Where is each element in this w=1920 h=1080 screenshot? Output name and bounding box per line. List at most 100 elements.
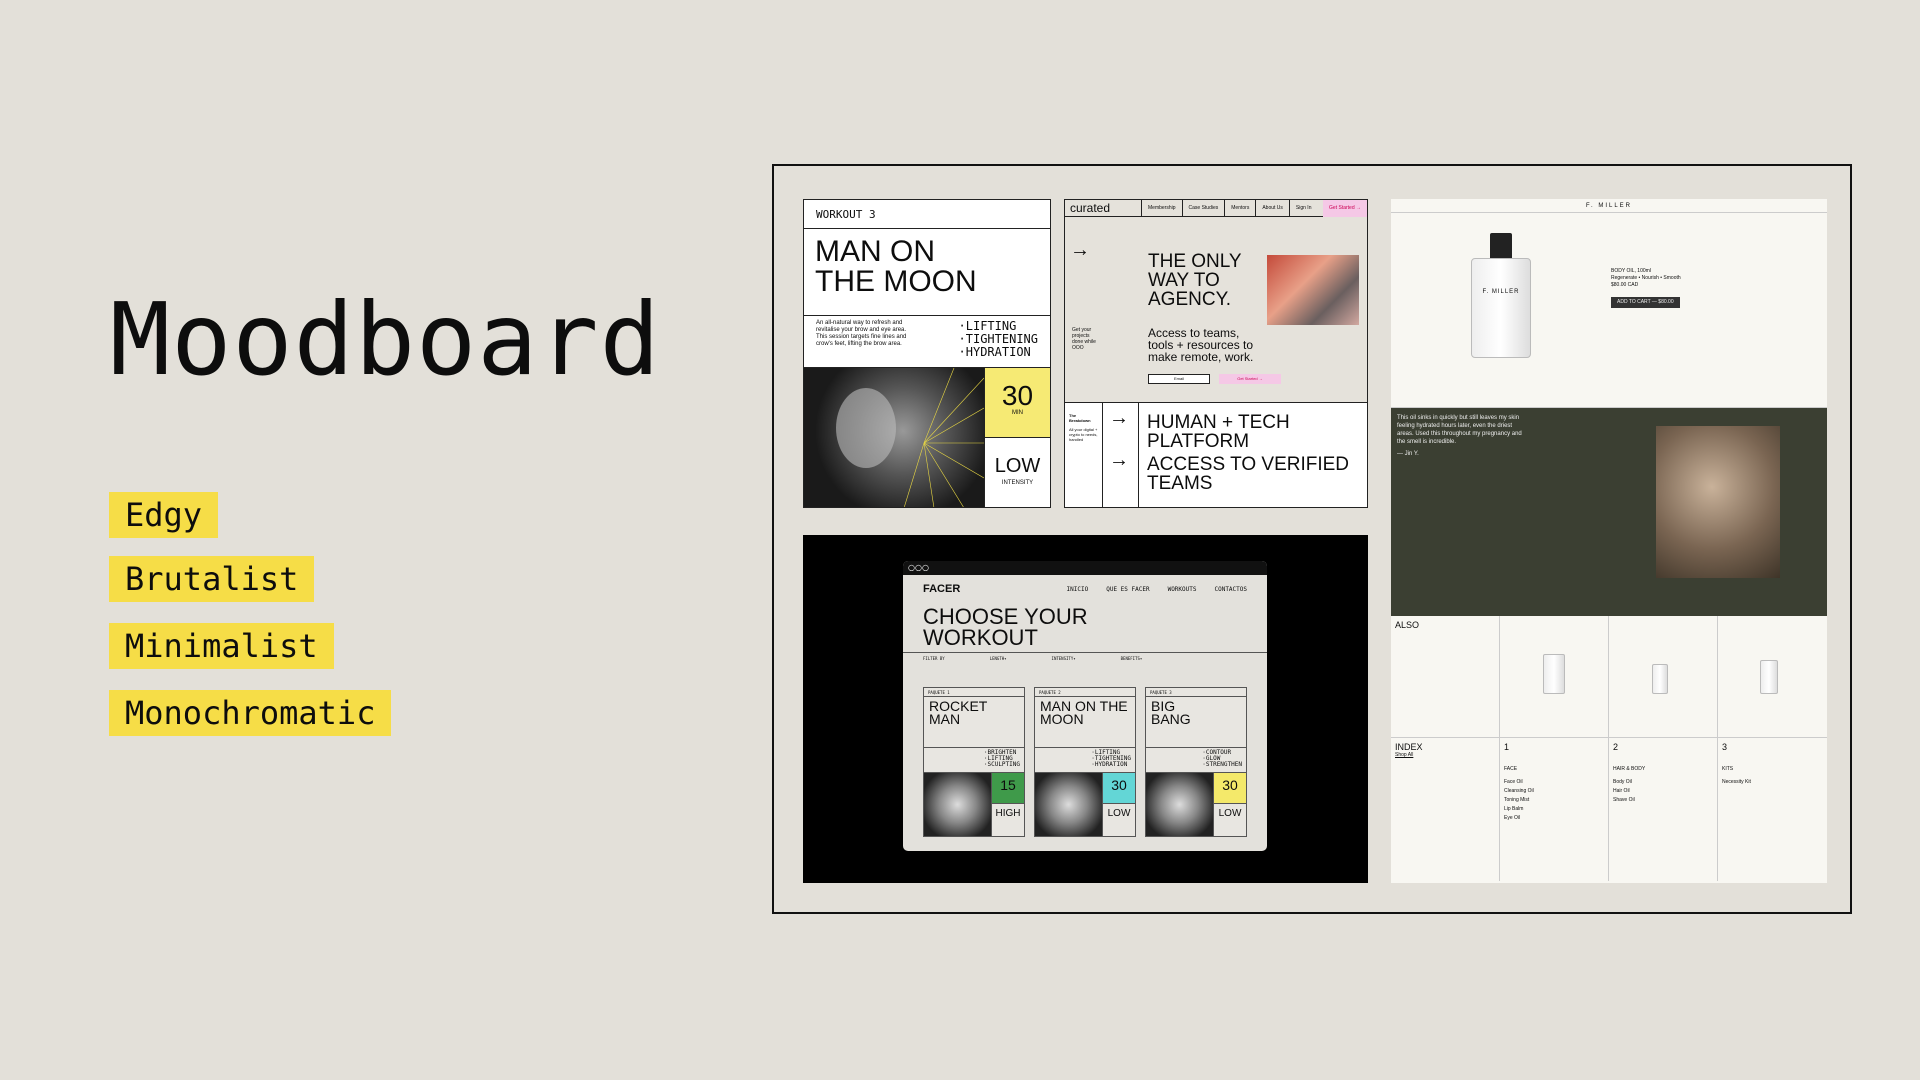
nav-inicio[interactable]: INICIO <box>1067 586 1089 593</box>
index-num: 3 <box>1722 742 1728 752</box>
index-title: HAIR & BODY <box>1613 766 1646 772</box>
index-item[interactable]: Hair Oil <box>1613 787 1713 796</box>
feature-line: TEAMS <box>1147 473 1213 494</box>
package-card[interactable]: PAQUETE 2 MAN ON THE MOON ·LIFTING ·TIGH… <box>1034 687 1136 837</box>
agency-hero: → THE ONLY WAY TO AGENCY. Get your proje… <box>1065 217 1367 403</box>
index-items: Necessity Kit <box>1722 778 1823 787</box>
headline-line: WORKOUT <box>923 625 1038 650</box>
email-input[interactable]: Email <box>1148 374 1210 384</box>
filter-intensity[interactable]: INTENSITY▾ <box>1052 656 1076 662</box>
index-column: 3 KITS Necessity Kit <box>1718 738 1827 881</box>
feature-line: HUMAN + TECH <box>1147 412 1290 433</box>
facer-nav: FACER INICIO QUE ES FACER WORKOUTS CONTA… <box>903 575 1267 603</box>
tag-edgy: Edgy <box>109 492 219 538</box>
agency-logo[interactable]: curated <box>1065 201 1141 215</box>
testimonial-text: This oil sinks in quickly but still leav… <box>1397 415 1522 445</box>
intensity-value: LOW <box>994 455 1041 477</box>
arrow-right-icon: → <box>1070 239 1090 261</box>
filter-benefits[interactable]: BENEFITS▾ <box>1121 656 1143 662</box>
duration-box: 30 MIN <box>985 368 1050 438</box>
benefit-item: ·STRENGTHEN <box>1202 761 1242 768</box>
related-product[interactable] <box>1500 616 1609 737</box>
bottle-label: F. MILLER <box>1482 289 1520 295</box>
package-title-line: BANG <box>1151 711 1191 727</box>
product-bottle: F. MILLER <box>1471 258 1531 358</box>
agency-photo <box>1267 255 1359 325</box>
miller-brand[interactable]: F. MILLER <box>1586 203 1632 209</box>
package-card[interactable]: PAQUETE 1 ROCKET MAN ·BRIGHTEN ·LIFTING … <box>923 687 1025 837</box>
nav-about[interactable]: About Us <box>1255 200 1289 217</box>
headline-line: WAY TO <box>1148 270 1220 291</box>
package-card[interactable]: PAQUETE 3 BIG BANG ·CONTOUR ·GLOW ·STREN… <box>1145 687 1247 837</box>
package-benefits: ·CONTOUR ·GLOW ·STRENGTHEN <box>1202 750 1242 770</box>
package-title-line: MOON <box>1040 711 1084 727</box>
package-title: BIG BANG <box>1146 697 1246 748</box>
nav-case-studies[interactable]: Case Studies <box>1181 200 1225 217</box>
agency-nav: curated Membership Case Studies Mentors … <box>1065 200 1367 217</box>
package-info: ·CONTOUR ·GLOW ·STRENGTHEN <box>1146 748 1246 773</box>
package-label: PAQUETE 3 <box>1146 688 1246 697</box>
package-title: MAN ON THE MOON <box>1035 697 1135 748</box>
tag-brutalist: Brutalist <box>109 556 315 602</box>
window-titlebar: ○○○ <box>903 561 1267 575</box>
facer-card: ○○○ FACER INICIO QUE ES FACER WORKOUTS C… <box>803 535 1368 883</box>
facer-logo[interactable]: FACER <box>923 583 960 595</box>
product-name: BODY OIL, 100ml <box>1611 268 1651 274</box>
add-to-cart-button[interactable]: ADD TO CART — $80.00 <box>1611 297 1680 308</box>
index-item[interactable]: Shave Oil <box>1613 796 1713 805</box>
index-item[interactable]: Face Oil <box>1504 778 1604 787</box>
index-item[interactable]: Lip Balm <box>1504 805 1604 814</box>
index-num: 1 <box>1504 742 1510 752</box>
agency-side-text: Get your projects done while OOO <box>1072 327 1096 351</box>
package-photo <box>924 773 991 836</box>
index-column: 1 FACE Face Oil Cleansing Oil Toning Mis… <box>1500 738 1609 881</box>
index-items: Body Oil Hair Oil Shave Oil <box>1613 778 1713 805</box>
index-item[interactable]: Body Oil <box>1613 778 1713 787</box>
index-item[interactable]: Cleansing Oil <box>1504 787 1604 796</box>
agency-card: curated Membership Case Studies Mentors … <box>1064 199 1368 508</box>
also-section: ALSO <box>1391 616 1827 738</box>
workout-bottom: 30 MIN LOW INTENSITY <box>804 368 1050 507</box>
shop-all-link[interactable]: Shop All <box>1395 752 1495 758</box>
nav-contactos[interactable]: CONTACTOS <box>1214 586 1247 593</box>
bottle-cap <box>1490 233 1512 261</box>
testimonial-section: This oil sinks in quickly but still leav… <box>1391 408 1827 616</box>
nav-workouts[interactable]: WORKOUTS <box>1168 586 1197 593</box>
index-item[interactable]: Toning Mist <box>1504 796 1604 805</box>
moodboard-frame: WORKOUT 3 MAN ON THE MOON An all-natural… <box>772 164 1852 914</box>
package-duration: 30 <box>1214 773 1246 804</box>
package-intensity: LOW <box>1218 808 1242 819</box>
package-duration: 30 <box>1103 773 1135 804</box>
index-item[interactable]: Eye Oil <box>1504 814 1604 823</box>
nav-sign-in[interactable]: Sign In <box>1288 200 1318 217</box>
nav-que-es[interactable]: QUE ES FACER <box>1106 586 1149 593</box>
nav-membership[interactable]: Membership <box>1141 200 1182 217</box>
feature-list: HUMAN + TECH PLATFORM ACCESS TO VERIFIED… <box>1139 403 1367 507</box>
duration-value: 30 <box>1001 380 1034 411</box>
sub-line: make remote, work. <box>1148 350 1254 364</box>
index-title: FACE <box>1504 766 1518 772</box>
mini-bottle <box>1760 660 1778 694</box>
index-item[interactable]: Necessity Kit <box>1722 778 1823 787</box>
nav-cta-button[interactable]: Get Started → <box>1323 200 1367 217</box>
get-started-button[interactable]: Get Started → <box>1219 374 1281 384</box>
breakdown-text: All your digital + crypto to needs, hand… <box>1069 427 1098 442</box>
package-stats: 15 HIGH <box>991 773 1024 836</box>
also-label: ALSO <box>1391 616 1500 737</box>
nav-mentors[interactable]: Mentors <box>1224 200 1255 217</box>
package-label: PAQUETE 1 <box>924 688 1024 697</box>
sunburst-lines <box>836 368 984 507</box>
arrow-right-icon: → <box>1109 407 1129 429</box>
index-section: INDEX Shop All 1 FACE Face Oil Cleansing… <box>1391 738 1827 881</box>
filter-length[interactable]: LENGTH▾ <box>990 656 1007 662</box>
arrow-right-icon: → <box>1109 449 1129 471</box>
related-product[interactable] <box>1609 616 1718 737</box>
mini-bottle <box>1652 664 1668 694</box>
index-items: Face Oil Cleansing Oil Toning Mist Lip B… <box>1504 778 1604 823</box>
related-product[interactable] <box>1718 616 1827 737</box>
package-info: ·LIFTING ·TIGHTENING ·HYDRATION <box>1035 748 1135 773</box>
benefit-item: ·HYDRATION <box>1091 761 1128 768</box>
index-label-cell: INDEX Shop All <box>1391 738 1500 881</box>
mini-bottle <box>1543 654 1565 694</box>
intensity-box: LOW INTENSITY <box>985 438 1050 507</box>
